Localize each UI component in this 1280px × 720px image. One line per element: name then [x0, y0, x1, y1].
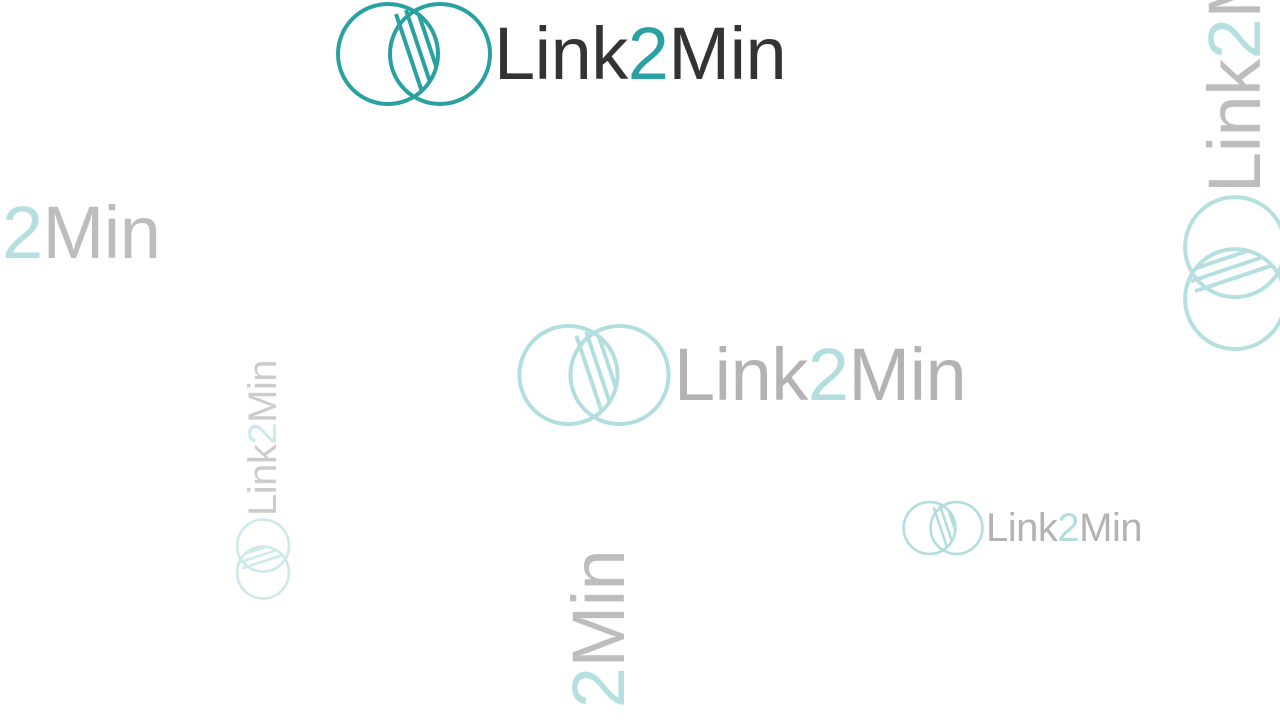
wordmark-suffix: Min — [1079, 506, 1143, 550]
logo-wordmark: Link2Min — [674, 338, 967, 412]
wordmark-prefix: Link — [1193, 59, 1277, 194]
logo-fragment-bottom: 2Min — [557, 550, 640, 708]
wordmark-prefix: Link — [986, 506, 1058, 550]
wordmark-number: 2 — [627, 12, 669, 95]
wordmark-prefix: Link — [674, 333, 808, 416]
wordmark-number: 2 — [807, 333, 849, 416]
logo-wordmark: Link2Min — [494, 17, 787, 91]
overlapping-circles-logo-icon — [336, 2, 492, 106]
wordmark-number: 2 — [557, 667, 641, 709]
overlapping-circles-logo-icon — [517, 323, 671, 427]
wordmark-suffix: Min — [557, 549, 641, 668]
overlapping-circles-logo-icon — [902, 500, 984, 556]
wordmark-number: 2 — [1193, 18, 1277, 60]
logo-vertical-left: Link2Min — [235, 360, 291, 600]
wordmark-suffix: Min — [1193, 0, 1276, 19]
canvas: { "brand": { "prefix": "Link", "number":… — [0, 0, 1280, 720]
logo-fragment-left: 2Min — [2, 196, 161, 270]
wordmark-number: 2 — [1057, 506, 1080, 550]
logo-primary: Link2Min — [336, 0, 787, 108]
wordmark-number: 2 — [2, 191, 43, 274]
overlapping-circles-logo-icon — [235, 518, 291, 600]
logo-center: Link2Min — [516, 322, 967, 428]
wordmark-suffix: Min — [241, 359, 286, 423]
logo-wordmark: Link2Min — [1193, 0, 1276, 193]
logo-vertical-right: Link2Min — [1181, 0, 1280, 352]
wordmark-prefix: Link — [241, 444, 286, 517]
wordmark-suffix: Min — [668, 12, 787, 95]
logo-small: Link2Min — [902, 500, 1143, 556]
logo-wordmark: Link2Min — [241, 359, 286, 517]
wordmark-number: 2 — [241, 422, 286, 445]
logo-wordmark: Link2Min — [986, 506, 1143, 550]
overlapping-circles-logo-icon — [1183, 195, 1280, 352]
wordmark-suffix: Min — [848, 333, 967, 416]
wordmark-suffix: Min — [42, 191, 161, 274]
wordmark-prefix: Link — [494, 12, 628, 95]
